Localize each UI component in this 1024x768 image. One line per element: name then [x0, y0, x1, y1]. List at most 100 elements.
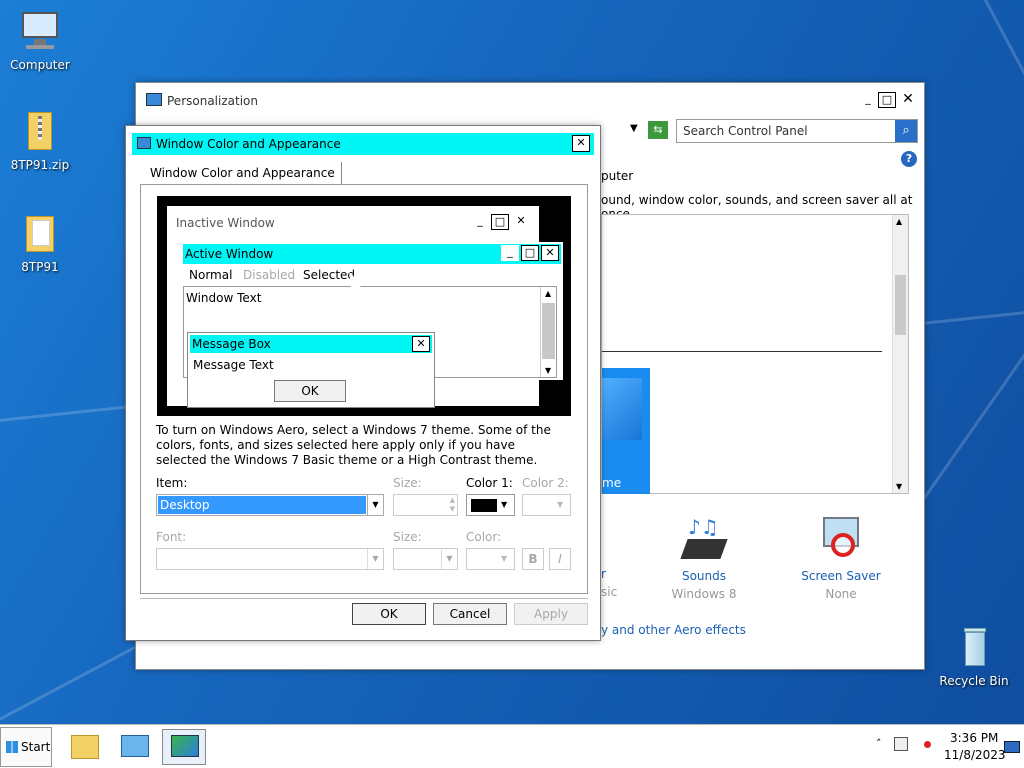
item-label: r [601, 567, 606, 581]
spinner-icon: ▲ ▼ [449, 496, 455, 513]
font-label: Font: [156, 530, 187, 544]
start-label: Start [21, 740, 51, 754]
maximize-button[interactable]: □ [878, 92, 896, 108]
message-box-ok-button: OK [274, 380, 346, 402]
cancel-button[interactable]: Cancel [433, 603, 507, 625]
message-box-title: Message Box [192, 337, 271, 351]
ok-button[interactable]: OK [352, 603, 426, 625]
theme-list[interactable]: me ▲ ▼ [601, 214, 909, 494]
window-color-dialog: Window Color and Appearance ✕ Window Col… [125, 125, 601, 641]
personalization-title: Personalization [167, 94, 258, 108]
personalization-titlebar: Personalization _ □ ✕ [136, 83, 924, 117]
font-size-label: Size: [393, 530, 422, 544]
sound-muted-icon[interactable] [924, 741, 931, 748]
aero-info-text: To turn on Windows Aero, select a Window… [156, 423, 551, 467]
taskbar: Start ˄ 3:36 PM 11/8/2023 [0, 724, 1024, 768]
taskbar-control-panel[interactable] [113, 729, 157, 765]
menu-disabled: Disabled [243, 268, 296, 282]
chevron-down-icon: ▼ [501, 500, 508, 509]
size-label: Size: [393, 476, 422, 490]
preview-message-box: Message Box ✕ Message Text OK [187, 332, 435, 408]
network-icon[interactable] [894, 737, 908, 751]
refresh-icon[interactable]: ⇆ [648, 121, 668, 139]
taskbar-file-explorer[interactable] [63, 729, 107, 765]
message-text: Message Text [193, 358, 274, 372]
theme-list-scrollbar[interactable]: ▲ ▼ [892, 215, 908, 493]
personalization-app-icon [146, 93, 162, 106]
appearance-preview[interactable]: Inactive Window _ □ ✕ Active Window _ □ … [157, 196, 571, 416]
chevron-down-icon: ▼ [441, 549, 457, 569]
item-label: Item: [156, 476, 188, 490]
dialog-titlebar: Window Color and Appearance ✕ [132, 133, 594, 155]
tab-window-color[interactable]: Window Color and Appearance [144, 162, 342, 184]
folder-icon [18, 212, 62, 256]
screen-saver-icon [817, 515, 865, 563]
preview-scrollbar: ▲ ▼ [540, 287, 556, 377]
search-control-panel-input[interactable]: Search Control Panel ⌕ [676, 119, 918, 143]
control-panel-icon [121, 735, 149, 757]
item-select-value: Desktop [158, 496, 366, 514]
active-window-titlebar: Active Window _ □ ✕ [183, 244, 561, 264]
window-text: Window Text [186, 291, 262, 305]
show-desktop-icon[interactable] [1004, 741, 1020, 753]
dropdown-arrow-icon[interactable]: ▼ [620, 119, 650, 139]
desktop-icon-label: 8TP91.zip [10, 158, 70, 172]
desktop-icon-label: Recycle Bin [939, 674, 1009, 688]
font-color-picker[interactable]: ▼ [466, 548, 515, 570]
chevron-down-icon: ▼ [501, 554, 508, 563]
desktop-icon-computer[interactable]: Computer [2, 10, 78, 72]
show-hidden-icons[interactable]: ˄ [876, 737, 882, 750]
desktop-icon-recycle-bin[interactable]: Recycle Bin [936, 626, 1012, 688]
color1-picker[interactable]: ▼ [466, 494, 515, 516]
desktop-icon-zip[interactable]: 8TP91.zip [2, 110, 78, 172]
personalization-icon [171, 735, 199, 757]
bold-button[interactable]: B [522, 548, 544, 570]
dialog-divider [140, 598, 588, 599]
item-sub: sic [601, 585, 618, 599]
desktop-icon-folder[interactable]: 8TP91 [2, 212, 78, 274]
computer-icon [18, 10, 62, 54]
search-placeholder: Search Control Panel [683, 124, 808, 138]
personalization-heading: puter [601, 169, 634, 183]
chevron-down-icon: ▼ [557, 500, 564, 509]
start-button[interactable]: Start [0, 727, 52, 767]
folder-icon [71, 735, 99, 759]
color1-label: Color 1: [466, 476, 513, 490]
dialog-app-icon [137, 137, 151, 149]
sounds-item[interactable]: ♪♫ Sounds Windows 8 [664, 515, 744, 605]
italic-button[interactable]: I [549, 548, 571, 570]
item-select[interactable]: Desktop ▼ [156, 494, 384, 516]
background-item[interactable]: r sic [601, 567, 641, 603]
chevron-down-icon: ▼ [367, 495, 383, 515]
minimize-button[interactable]: _ [859, 92, 877, 108]
size-spinner[interactable]: ▲ ▼ [393, 494, 458, 516]
desktop-icon-label: Computer [10, 58, 70, 72]
aero-effects-link[interactable]: y and other Aero effects [601, 623, 746, 637]
color1-swatch [471, 499, 497, 512]
apply-button[interactable]: Apply [514, 603, 588, 625]
theme-label: me [602, 476, 622, 490]
color2-picker[interactable]: ▼ [522, 494, 571, 516]
message-box-titlebar: Message Box ✕ [190, 335, 432, 353]
sounds-icon: ♪♫ [680, 515, 728, 563]
dialog-title: Window Color and Appearance [156, 137, 341, 151]
font-size-select[interactable]: ▼ [393, 548, 458, 570]
font-select[interactable]: ▼ [156, 548, 384, 570]
screen-saver-item[interactable]: Screen Saver None [796, 515, 886, 605]
chevron-down-icon: ▼ [367, 549, 383, 569]
zip-folder-icon [18, 110, 62, 154]
clock-time[interactable]: 3:36 PM [950, 731, 998, 745]
inactive-window-title: Inactive Window [176, 216, 275, 230]
color2-label: Color 2: [522, 476, 569, 490]
windows-logo-icon [6, 741, 18, 753]
help-icon[interactable]: ? [901, 151, 917, 167]
dialog-close-button[interactable]: ✕ [572, 135, 590, 152]
theme-thumbnail[interactable]: me [602, 368, 650, 494]
desktop-icon-label: 8TP91 [21, 260, 59, 274]
screen-saver-label: Screen Saver [801, 569, 881, 583]
menu-normal: Normal [189, 268, 233, 282]
clock-date[interactable]: 11/8/2023 [944, 748, 1006, 762]
search-icon[interactable]: ⌕ [895, 120, 917, 142]
close-button[interactable]: ✕ [899, 92, 917, 108]
taskbar-personalization[interactable] [162, 729, 206, 765]
